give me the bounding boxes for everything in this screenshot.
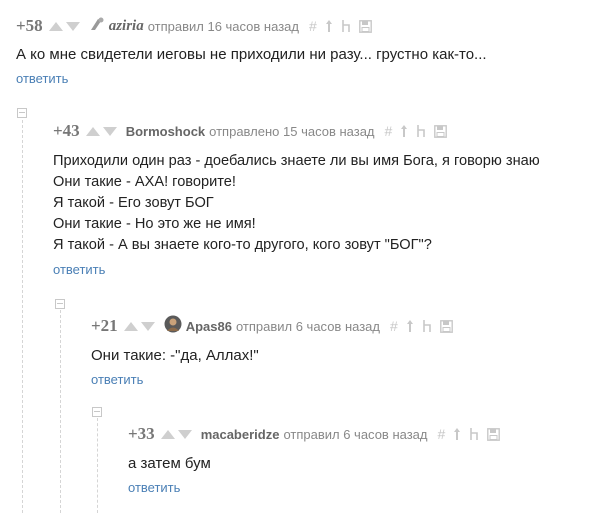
arrow-up-icon[interactable] xyxy=(453,427,461,441)
parent-arrow-icon[interactable] xyxy=(469,427,479,441)
reply-link[interactable]: ответить xyxy=(91,372,143,387)
comment-author[interactable]: aziria xyxy=(109,18,144,35)
comment-rating: +21 xyxy=(91,316,118,335)
save-icon[interactable] xyxy=(358,19,372,33)
arrow-up-icon[interactable] xyxy=(400,124,408,138)
reply-link[interactable]: ответить xyxy=(128,480,180,495)
save-icon[interactable] xyxy=(487,427,501,441)
link-icon[interactable]: # xyxy=(438,426,446,442)
comment: +21 Apas86 отправил 6 часов назад # Они … xyxy=(91,315,461,389)
parent-arrow-icon[interactable] xyxy=(422,319,432,333)
comment-timestamp: отправлено 15 часов назад xyxy=(209,123,375,139)
save-icon[interactable] xyxy=(434,124,448,138)
comment: +33 macaberidze отправил 6 часов назад #… xyxy=(128,424,508,497)
comment-header: +58 aziria отправил 16 часов назад # xyxy=(16,16,487,36)
avatar[interactable] xyxy=(164,315,182,338)
thread-line-level-2 xyxy=(60,310,61,513)
collapse-toggle[interactable] xyxy=(92,407,102,417)
comment-text: А ко мне свидетели иеговы не приходили н… xyxy=(16,46,487,63)
comment-text: а затем бум xyxy=(128,455,211,472)
reply-link[interactable]: ответить xyxy=(16,71,68,86)
vote-down-icon[interactable] xyxy=(102,126,117,136)
avatar[interactable] xyxy=(89,16,105,37)
comment-text: Они такие: -"да, Аллах!" xyxy=(91,347,259,364)
comment-author[interactable]: Bormoshock xyxy=(126,124,205,139)
comment-header: +33 macaberidze отправил 6 часов назад # xyxy=(128,424,508,444)
parent-arrow-icon[interactable] xyxy=(416,124,426,138)
vote-up-icon[interactable] xyxy=(160,429,175,439)
vote-up-icon[interactable] xyxy=(123,321,138,331)
comment-text: Приходили один раз - доебались знаете ли… xyxy=(53,153,540,253)
vote-up-icon[interactable] xyxy=(85,126,100,136)
vote-down-icon[interactable] xyxy=(140,321,155,331)
vote-down-icon[interactable] xyxy=(177,429,192,439)
reply-link[interactable]: ответить xyxy=(53,262,105,277)
vote-up-icon[interactable] xyxy=(48,21,63,31)
collapse-toggle[interactable] xyxy=(55,299,65,309)
arrow-up-icon[interactable] xyxy=(325,19,333,33)
thread-line-level-1 xyxy=(22,120,23,513)
comment-rating: +58 xyxy=(16,16,43,35)
comment-timestamp: отправил 16 часов назад xyxy=(147,18,299,34)
link-icon[interactable]: # xyxy=(385,123,393,139)
thread-line-level-3 xyxy=(97,418,98,513)
collapse-toggle[interactable] xyxy=(17,108,27,118)
vote-down-icon[interactable] xyxy=(65,21,80,31)
comment-header: +21 Apas86 отправил 6 часов назад # xyxy=(91,315,461,338)
save-icon[interactable] xyxy=(439,319,453,333)
arrow-up-icon[interactable] xyxy=(406,319,414,333)
parent-arrow-icon[interactable] xyxy=(341,19,351,33)
comment-timestamp: отправил 6 часов назад xyxy=(235,318,380,334)
link-icon[interactable]: # xyxy=(390,318,398,334)
comment-rating: +43 xyxy=(53,121,80,140)
comment: +43 Bormoshock отправлено 15 часов назад… xyxy=(53,121,600,279)
link-icon[interactable]: # xyxy=(309,18,317,34)
comment-rating: +33 xyxy=(128,424,155,443)
comment-author[interactable]: Apas86 xyxy=(186,319,232,334)
comment: +58 aziria отправил 16 часов назад # А к… xyxy=(16,16,487,88)
comment-timestamp: отправил 6 часов назад xyxy=(283,426,428,442)
comment-header: +43 Bormoshock отправлено 15 часов назад… xyxy=(53,121,600,141)
comment-author[interactable]: macaberidze xyxy=(201,427,280,442)
